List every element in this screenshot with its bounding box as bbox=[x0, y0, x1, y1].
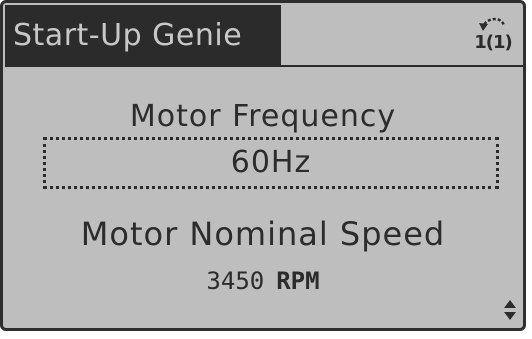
motor-speed-field[interactable]: 3450 RPM bbox=[3, 267, 523, 295]
motor-frequency-value: 60Hz bbox=[230, 145, 312, 180]
title-divider bbox=[5, 65, 523, 67]
motor-frequency-field[interactable]: 60Hz bbox=[43, 137, 499, 189]
menu-indicator: 1(1) bbox=[473, 11, 513, 61]
page-title: Start-Up Genie bbox=[13, 18, 243, 53]
lcd-display: Start-Up Genie 1(1) Motor Frequency 60Hz… bbox=[0, 0, 526, 331]
title-bar: Start-Up Genie bbox=[5, 5, 281, 67]
up-down-scroll-icon[interactable] bbox=[503, 298, 517, 322]
motor-speed-unit: RPM bbox=[276, 267, 320, 295]
motor-speed-label: Motor Nominal Speed bbox=[80, 215, 446, 253]
motor-speed-value: 3450 bbox=[206, 267, 265, 295]
motor-frequency-label: Motor Frequency bbox=[129, 99, 397, 134]
menu-index: 1(1) bbox=[474, 32, 513, 53]
